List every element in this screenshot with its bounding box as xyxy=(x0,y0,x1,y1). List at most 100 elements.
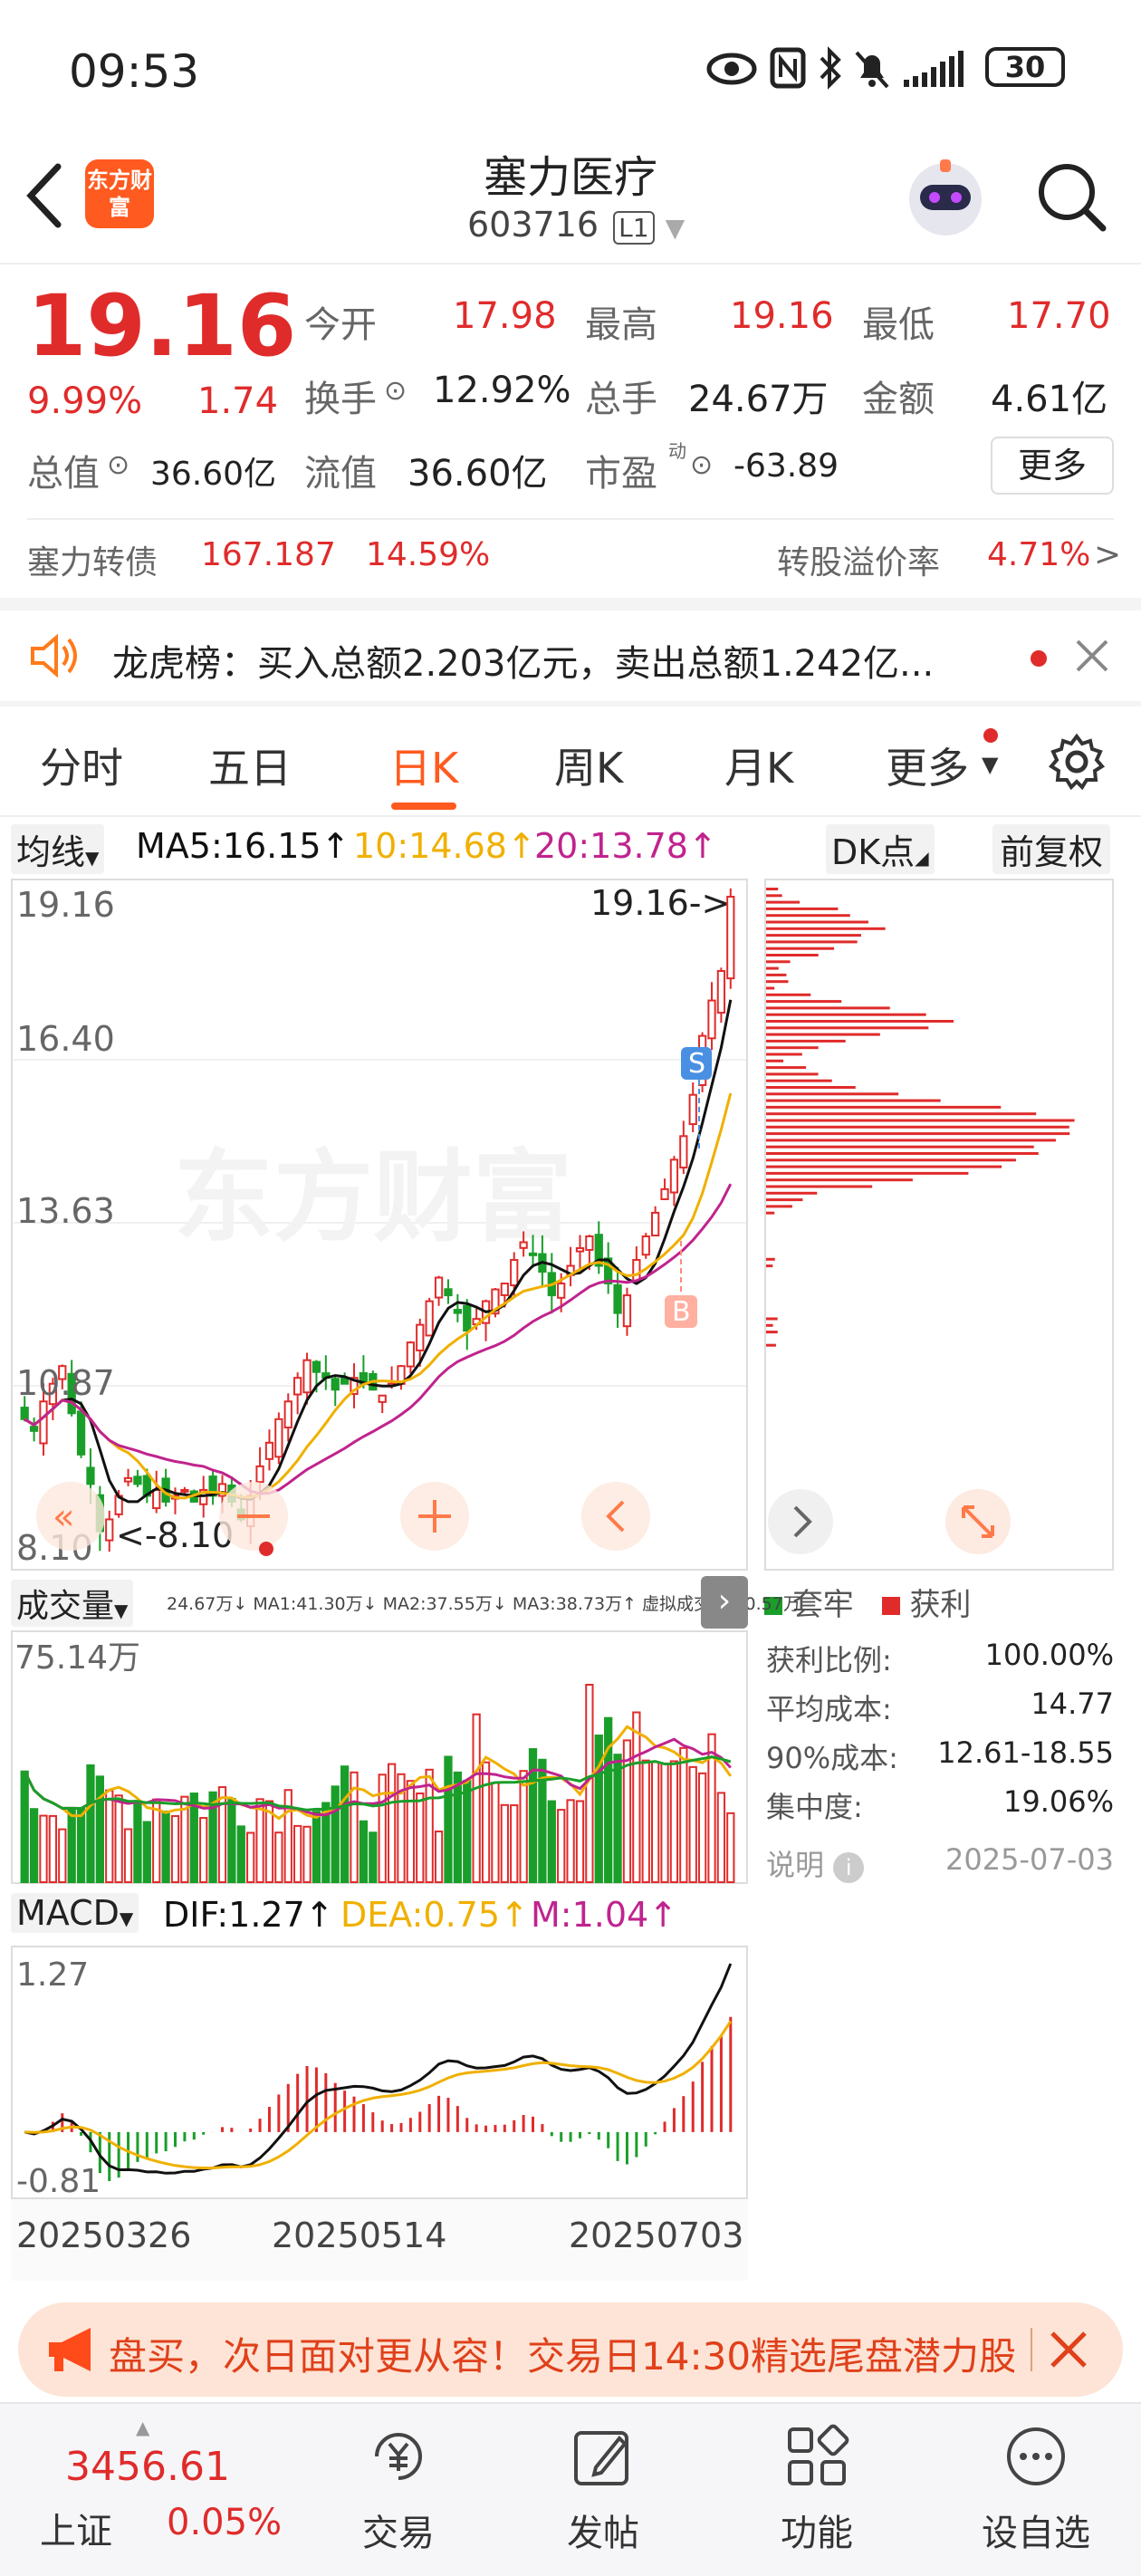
volume-bar xyxy=(67,1807,76,1883)
convertible-bond-row[interactable]: 塞力转债 167.187 14.59% 转股溢价率 4.71% > xyxy=(0,525,1141,598)
adjust-button[interactable]: 前复权 xyxy=(992,824,1111,874)
robot-assistant-icon[interactable] xyxy=(902,154,989,245)
tab-monthly-k[interactable]: 月K xyxy=(724,735,793,795)
zoom-in-button[interactable] xyxy=(400,1482,469,1551)
tab-intraday[interactable]: 分时 xyxy=(40,735,123,795)
bluetooth-icon xyxy=(817,45,844,94)
macd-chart[interactable]: 1.27 -0.81 xyxy=(11,1946,748,2199)
volume-selector[interactable]: 成交量▼ xyxy=(11,1580,134,1627)
high-value: 19.16 xyxy=(730,295,834,337)
chip-date: 2025-07-03 xyxy=(945,1842,1114,1877)
volume-bar xyxy=(566,1799,575,1883)
chip-note-button[interactable]: 说明 i xyxy=(766,1842,865,1891)
volume-bar xyxy=(227,1798,236,1884)
svg-text:«: « xyxy=(53,1496,74,1538)
search-icon[interactable] xyxy=(1032,158,1110,239)
index-widget[interactable]: ▲ 3456.61 上证 0.05% xyxy=(27,2417,299,2556)
premium-label: 转股溢价率 xyxy=(777,544,941,582)
promo-close-icon[interactable] xyxy=(1049,2330,1088,2373)
tab-divider xyxy=(0,815,1141,817)
candle xyxy=(416,1323,425,1351)
chart-watermark: 东方财富 xyxy=(174,1139,572,1255)
chip-bar xyxy=(766,1165,1002,1168)
promo-text: 盘买，次日面对更从容！交易日14:30精选尾盘潜力股 xyxy=(109,2334,1014,2379)
scroll-prev-button[interactable] xyxy=(581,1482,650,1551)
candle xyxy=(453,1309,462,1314)
nav-functions[interactable]: 功能 xyxy=(762,2422,871,2556)
candle xyxy=(688,1093,697,1126)
candle xyxy=(641,1235,650,1256)
nav-post[interactable]: 发帖 xyxy=(549,2422,657,2556)
macd-selector[interactable]: MACD▼ xyxy=(11,1893,139,1933)
macd-m: M:1.04↑ xyxy=(531,1895,678,1935)
chip-bar xyxy=(766,1152,1039,1155)
info-circle-icon[interactable]: ⊙ xyxy=(384,375,407,407)
zoom-out-button[interactable] xyxy=(219,1482,288,1551)
scroll-left-button[interactable]: « xyxy=(36,1482,105,1551)
pe-info-icon[interactable]: ⊙ xyxy=(690,449,713,481)
turnover-label: 换手 xyxy=(304,379,377,420)
chip-bar xyxy=(766,1139,1056,1142)
candle xyxy=(152,1488,161,1510)
chip-bar xyxy=(766,914,850,918)
level-badge: L1 xyxy=(613,211,655,245)
candle xyxy=(463,1304,472,1332)
volume-bar xyxy=(217,1786,227,1883)
candle xyxy=(707,999,716,1040)
volume-bar xyxy=(105,1789,114,1883)
promo-banner[interactable]: 盘买，次日面对更从容！交易日14:30精选尾盘潜力股 xyxy=(18,2302,1123,2397)
chip-bar xyxy=(766,1059,784,1062)
volume-bar xyxy=(312,1811,321,1883)
chip-bar xyxy=(766,907,839,910)
volume-bar xyxy=(406,1780,416,1884)
tab-weekly-k[interactable]: 周K xyxy=(554,735,623,795)
ma-selector[interactable]: 均线▼ xyxy=(11,824,105,874)
expand-right-button[interactable]: › xyxy=(701,1576,748,1629)
chip-next-button[interactable] xyxy=(768,1489,833,1554)
chip-bar xyxy=(766,1125,1069,1129)
mktcap-info-icon[interactable]: ⊙ xyxy=(107,449,129,481)
volume-bar xyxy=(170,1814,180,1883)
close-icon[interactable] xyxy=(1074,638,1110,678)
low-value: 17.70 xyxy=(1007,295,1111,337)
candle xyxy=(180,1488,189,1493)
volume-bar xyxy=(651,1761,660,1883)
change-percent: 9.99% xyxy=(27,380,143,422)
kline-chart[interactable]: 东方财富 19.16 16.40 13.63 10.87 8.10 19.16-… xyxy=(11,879,748,1571)
tab-five-day[interactable]: 五日 xyxy=(208,735,292,795)
macd-y-bottom: -0.81 xyxy=(16,2163,101,2199)
buy-badge[interactable]: B xyxy=(665,1295,697,1328)
nav-trade[interactable]: 交易 xyxy=(344,2422,453,2556)
eye-icon xyxy=(706,51,757,91)
tab-more[interactable]: 更多 xyxy=(886,735,969,795)
candle xyxy=(632,1259,641,1283)
divider xyxy=(27,518,1114,520)
candle xyxy=(39,1400,48,1445)
news-ticker[interactable]: 龙虎榜：买入总额2.203亿元，卖出总额1.242亿... xyxy=(0,610,1141,701)
nav-add-watchlist[interactable]: 设自选 xyxy=(964,2422,1108,2556)
more-button[interactable]: 更多 xyxy=(991,437,1114,495)
amount-value: 4.61亿 xyxy=(991,379,1108,420)
volume-bar xyxy=(283,1789,292,1883)
stock-code-row[interactable]: 603716 L1 ▼ xyxy=(467,205,685,245)
candle xyxy=(519,1241,528,1249)
date-label-start: 20250326 xyxy=(16,2216,192,2255)
expand-icon[interactable] xyxy=(945,1489,1011,1554)
speaker-icon xyxy=(27,632,83,683)
chevron-right-icon: > xyxy=(1094,536,1122,573)
settings-gear-icon[interactable] xyxy=(1047,732,1107,795)
pe-superscript: 动 xyxy=(668,440,686,462)
chip-distribution-chart[interactable] xyxy=(764,879,1114,1571)
candle xyxy=(406,1341,416,1368)
volume-bar xyxy=(114,1794,123,1883)
chip-bar xyxy=(766,980,789,984)
header-divider xyxy=(0,263,1141,264)
sell-badge[interactable]: S xyxy=(681,1047,712,1080)
tab-daily-k[interactable]: 日K xyxy=(389,735,458,795)
chip-bar xyxy=(766,1323,773,1327)
dk-point-button[interactable]: DK点◢ xyxy=(826,824,935,874)
volume-bar xyxy=(340,1765,350,1883)
volume-chart[interactable]: 75.14万 xyxy=(11,1630,748,1884)
chip-bar xyxy=(766,1211,775,1215)
volume-bar xyxy=(463,1779,472,1883)
